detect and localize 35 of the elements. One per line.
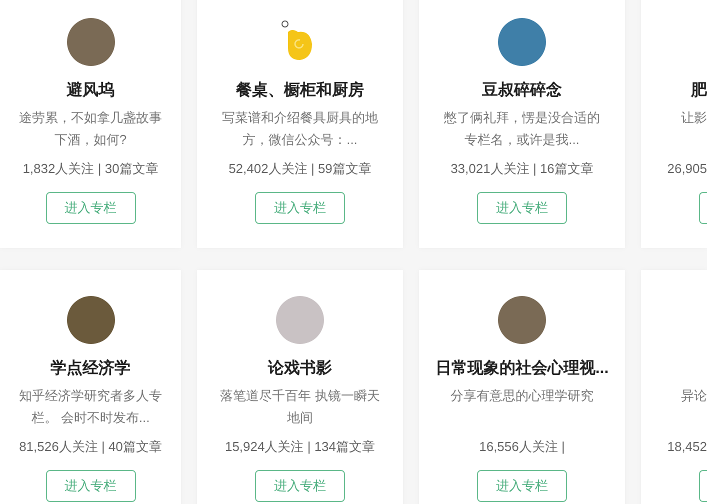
column-title[interactable]: 避风坞: [66, 82, 114, 99]
button-edge[interactable]: [699, 470, 707, 502]
column-description: 栏。 会时不时发布...: [30, 409, 151, 427]
column-title[interactable]: 学点经济学: [50, 360, 130, 377]
follower-article-count: 15,924人关注 | 134篇文章: [224, 439, 376, 454]
avatar-photo: [276, 296, 324, 344]
column-description: 途劳累，不如拿几盏故事: [19, 109, 162, 127]
follower-article-count: 52,402人关注 | 59篇文章: [228, 161, 372, 176]
follower-article-count: 33,021人关注 | 16篇文章: [450, 161, 594, 176]
follower-article-count: 16,556人关注 |: [479, 439, 565, 454]
button-edge[interactable]: [699, 192, 707, 224]
column-description: 下酒，如何?: [53, 131, 128, 149]
follower-article-count: 18,452: [667, 439, 707, 454]
column-title[interactable]: 论戏书影: [268, 360, 332, 377]
column-description: 分享有意思的心理学研究: [450, 387, 594, 405]
column-description: 地间: [286, 409, 314, 427]
follower-article-count: 81,526人关注 | 40篇文章: [19, 439, 162, 454]
avatar-photo: [66, 18, 114, 66]
column-title[interactable]: 肥: [691, 82, 707, 99]
follower-article-count: 1,832人关注 | 30篇文章: [22, 161, 158, 176]
column-title[interactable]: 豆叔碎碎念: [482, 82, 562, 99]
column-description: 憋了俩礼拜，愣是没合适的: [444, 109, 600, 127]
column-description: 专栏名，或许是我...: [464, 131, 580, 149]
avatar-photo: [498, 18, 546, 66]
column-description: 知乎经济学研究者多人专: [19, 387, 162, 405]
column-title[interactable]: 餐桌、橱柜和厨房: [236, 82, 364, 99]
column-description: 让影: [681, 109, 707, 127]
follower-article-count: 26,905: [667, 161, 707, 176]
avatar-photo: [498, 296, 546, 344]
column-title[interactable]: 日常现象的社会心理视...: [435, 360, 609, 377]
column-description: 写菜谱和介绍餐具厨具的地: [222, 109, 378, 127]
column-description: 落笔道尽千百年 执镜一瞬天: [220, 387, 380, 405]
column-description: 方，微信公众号：...: [242, 131, 358, 149]
column-description: 异论: [681, 387, 707, 405]
avatar-photo: [66, 296, 114, 344]
